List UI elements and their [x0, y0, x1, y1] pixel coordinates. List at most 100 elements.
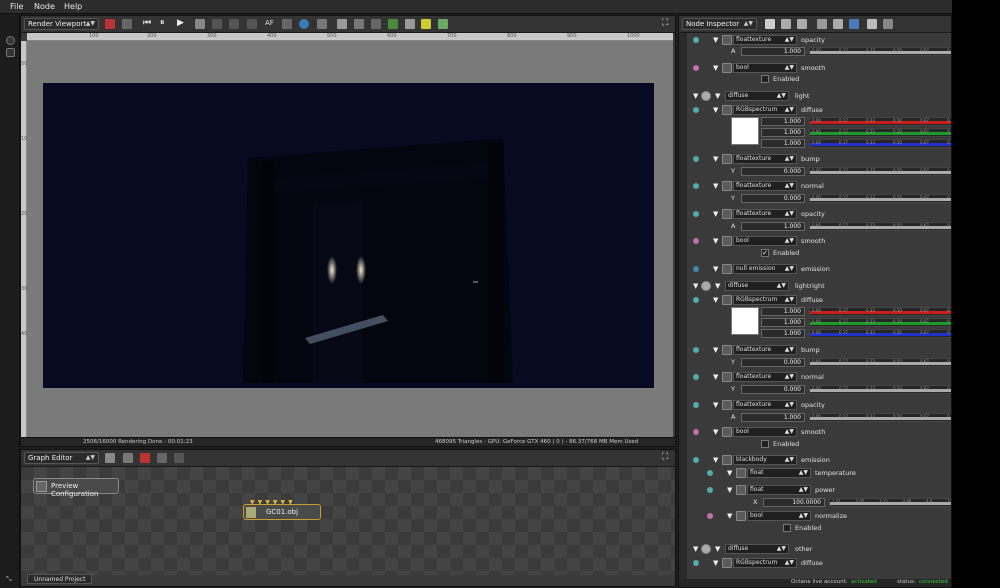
bool-icon[interactable]	[722, 427, 732, 437]
value-slider[interactable]: 0.00 0.17 0.33 0.50 0.67 0.83	[809, 222, 951, 231]
texture-icon[interactable]	[722, 209, 732, 219]
menu-node[interactable]: Node	[34, 2, 55, 11]
value-slider[interactable]: 0.00 0.17 0.33 0.50 0.67 0.83	[809, 318, 951, 327]
settings-icon[interactable]	[317, 19, 327, 29]
value-input[interactable]: 1.000	[741, 222, 805, 231]
texture-icon[interactable]	[722, 400, 732, 410]
collapse-triangle-icon[interactable]: ▼	[713, 346, 718, 354]
node-type-select[interactable]: float ▲▼	[747, 468, 811, 478]
value-slider[interactable]: 0.00 0.17 0.33 0.50 0.67 0.83	[809, 139, 951, 148]
node-type-select[interactable]: null emission ▲▼	[733, 264, 797, 274]
collapse-triangle-icon[interactable]: ▼	[727, 486, 732, 494]
texture-icon[interactable]	[722, 105, 732, 115]
export-icon[interactable]	[438, 19, 448, 29]
node-type-select[interactable]: RGBspectrum ▲▼	[733, 558, 797, 568]
enabled-checkbox[interactable]	[761, 440, 769, 448]
enabled-checkbox[interactable]	[761, 75, 769, 83]
target-icon[interactable]	[6, 36, 15, 45]
node-type-select[interactable]: float ▲▼	[747, 485, 811, 495]
pause-icon[interactable]: ⏸	[160, 19, 170, 29]
copy-icon[interactable]	[781, 19, 791, 29]
collapse-triangle-icon[interactable]: ▼	[713, 401, 718, 409]
collapse-triangle-icon[interactable]: ▼	[713, 64, 718, 72]
collapse-icon[interactable]	[765, 19, 775, 29]
collapse-triangle-icon[interactable]: ▼	[715, 282, 720, 290]
node-type-select[interactable]: RGBspectrum ▲▼	[733, 105, 797, 115]
color-swatch[interactable]	[731, 117, 759, 145]
value-slider[interactable]: 0.00 0.17 0.33 0.50 0.67 0.83	[809, 167, 951, 176]
rgb-input[interactable]: 1.000	[761, 139, 805, 148]
node-type-select[interactable]: floattexture ▲▼	[733, 209, 797, 219]
paste-icon[interactable]	[797, 19, 807, 29]
pick-icon[interactable]	[195, 19, 205, 29]
rgb-input[interactable]: 1.000	[761, 318, 805, 327]
layout-icon[interactable]	[6, 48, 15, 57]
collapse-triangle-icon[interactable]: ▼	[713, 106, 718, 114]
value-input[interactable]: 0.000	[741, 385, 805, 394]
image-icon[interactable]	[867, 19, 877, 29]
mesh-node[interactable]: GC01.obj ▼▼▼▼▼▼	[243, 499, 321, 520]
collapse-triangle-icon[interactable]: ▼	[713, 155, 718, 163]
rgb-input[interactable]: 1.000	[761, 329, 805, 338]
node-type-select[interactable]: blackbody ▲▼	[733, 455, 797, 465]
rgb-input[interactable]: 1.000	[761, 117, 805, 126]
collapse-triangle-icon[interactable]: ▼	[727, 469, 732, 477]
node-type-select[interactable]: floattexture ▲▼	[733, 35, 797, 45]
menu-file[interactable]: File	[10, 2, 23, 11]
value-slider[interactable]: 1.61 3.05 3.22 4.86 4.6 31.3	[829, 498, 951, 507]
render-canvas[interactable]	[27, 41, 673, 438]
float-icon[interactable]	[736, 485, 746, 495]
value-input[interactable]: 1.000	[741, 413, 805, 422]
collapse-triangle-icon[interactable]: ▼	[713, 237, 718, 245]
collapse-triangle-icon[interactable]: ▼	[715, 545, 720, 553]
node-type-select[interactable]: RGBspectrum ▲▼	[733, 295, 797, 305]
value-slider[interactable]: 0.00 0.17 0.33 0.50 0.67 0.83	[809, 128, 951, 137]
clay-icon[interactable]	[354, 19, 364, 29]
texture-icon[interactable]	[722, 345, 732, 355]
collapse-triangle-icon[interactable]: ▼	[713, 373, 718, 381]
collapse-triangle-icon[interactable]: ▼	[713, 182, 718, 190]
subsample-icon[interactable]	[371, 19, 381, 29]
graph-delete-icon[interactable]	[140, 453, 150, 463]
material-type-select[interactable]: diffuse ▲▼	[725, 91, 789, 101]
reset-camera-icon[interactable]	[105, 19, 115, 29]
value-slider[interactable]: 0.00 0.17 0.33 0.50 0.67 0.83	[809, 385, 951, 394]
list-icon[interactable]	[833, 19, 843, 29]
bool-icon[interactable]	[722, 236, 732, 246]
graph-view-icon[interactable]	[883, 19, 893, 29]
collapse-triangle-icon[interactable]: ▼	[693, 92, 698, 100]
color-swatch[interactable]	[731, 307, 759, 335]
enabled-checkbox[interactable]: ✓	[761, 249, 769, 257]
graph-grid-icon[interactable]	[123, 453, 133, 463]
value-input[interactable]: 0.000	[741, 358, 805, 367]
pin-icon[interactable]: ▼▼▼▼▼▼	[250, 499, 296, 506]
graph-icon[interactable]	[405, 19, 415, 29]
collapse-triangle-icon[interactable]: ▼	[693, 282, 698, 290]
node-type-select[interactable]: floattexture ▲▼	[733, 372, 797, 382]
value-input[interactable]: 100.0000	[763, 498, 825, 507]
rgb-input[interactable]: 1.000	[761, 307, 805, 316]
material-type-select[interactable]: diffuse ▲▼	[725, 281, 789, 291]
menu-help[interactable]: Help	[64, 2, 82, 11]
maximize-icon[interactable]: ⛶	[662, 453, 672, 463]
blackbody-icon[interactable]	[722, 455, 732, 465]
collapse-triangle-icon[interactable]: ▼	[713, 428, 718, 436]
lock-res-icon[interactable]	[388, 19, 398, 29]
node-type-select[interactable]: bool ▲▼	[733, 236, 797, 246]
node-type-select[interactable]: bool ▲▼	[733, 427, 797, 437]
collapse-triangle-icon[interactable]: ▼	[693, 545, 698, 553]
graph-arrange-icon[interactable]	[157, 453, 167, 463]
expand-icon[interactable]: ⤡	[6, 575, 15, 584]
texture-icon[interactable]	[722, 35, 732, 45]
bool-icon[interactable]	[736, 511, 746, 521]
node-type-select[interactable]: floattexture ▲▼	[733, 345, 797, 355]
material-pick-icon[interactable]	[282, 19, 292, 29]
node-type-select[interactable]: floattexture ▲▼	[733, 154, 797, 164]
bool-icon[interactable]	[722, 63, 732, 73]
save-icon[interactable]	[849, 19, 859, 29]
value-input[interactable]: 0.000	[741, 167, 805, 176]
texture-icon[interactable]	[722, 558, 732, 568]
project-tab[interactable]: Unnamed Project	[27, 574, 93, 584]
texture-icon[interactable]	[722, 181, 732, 191]
collapse-triangle-icon[interactable]: ▼	[713, 36, 718, 44]
